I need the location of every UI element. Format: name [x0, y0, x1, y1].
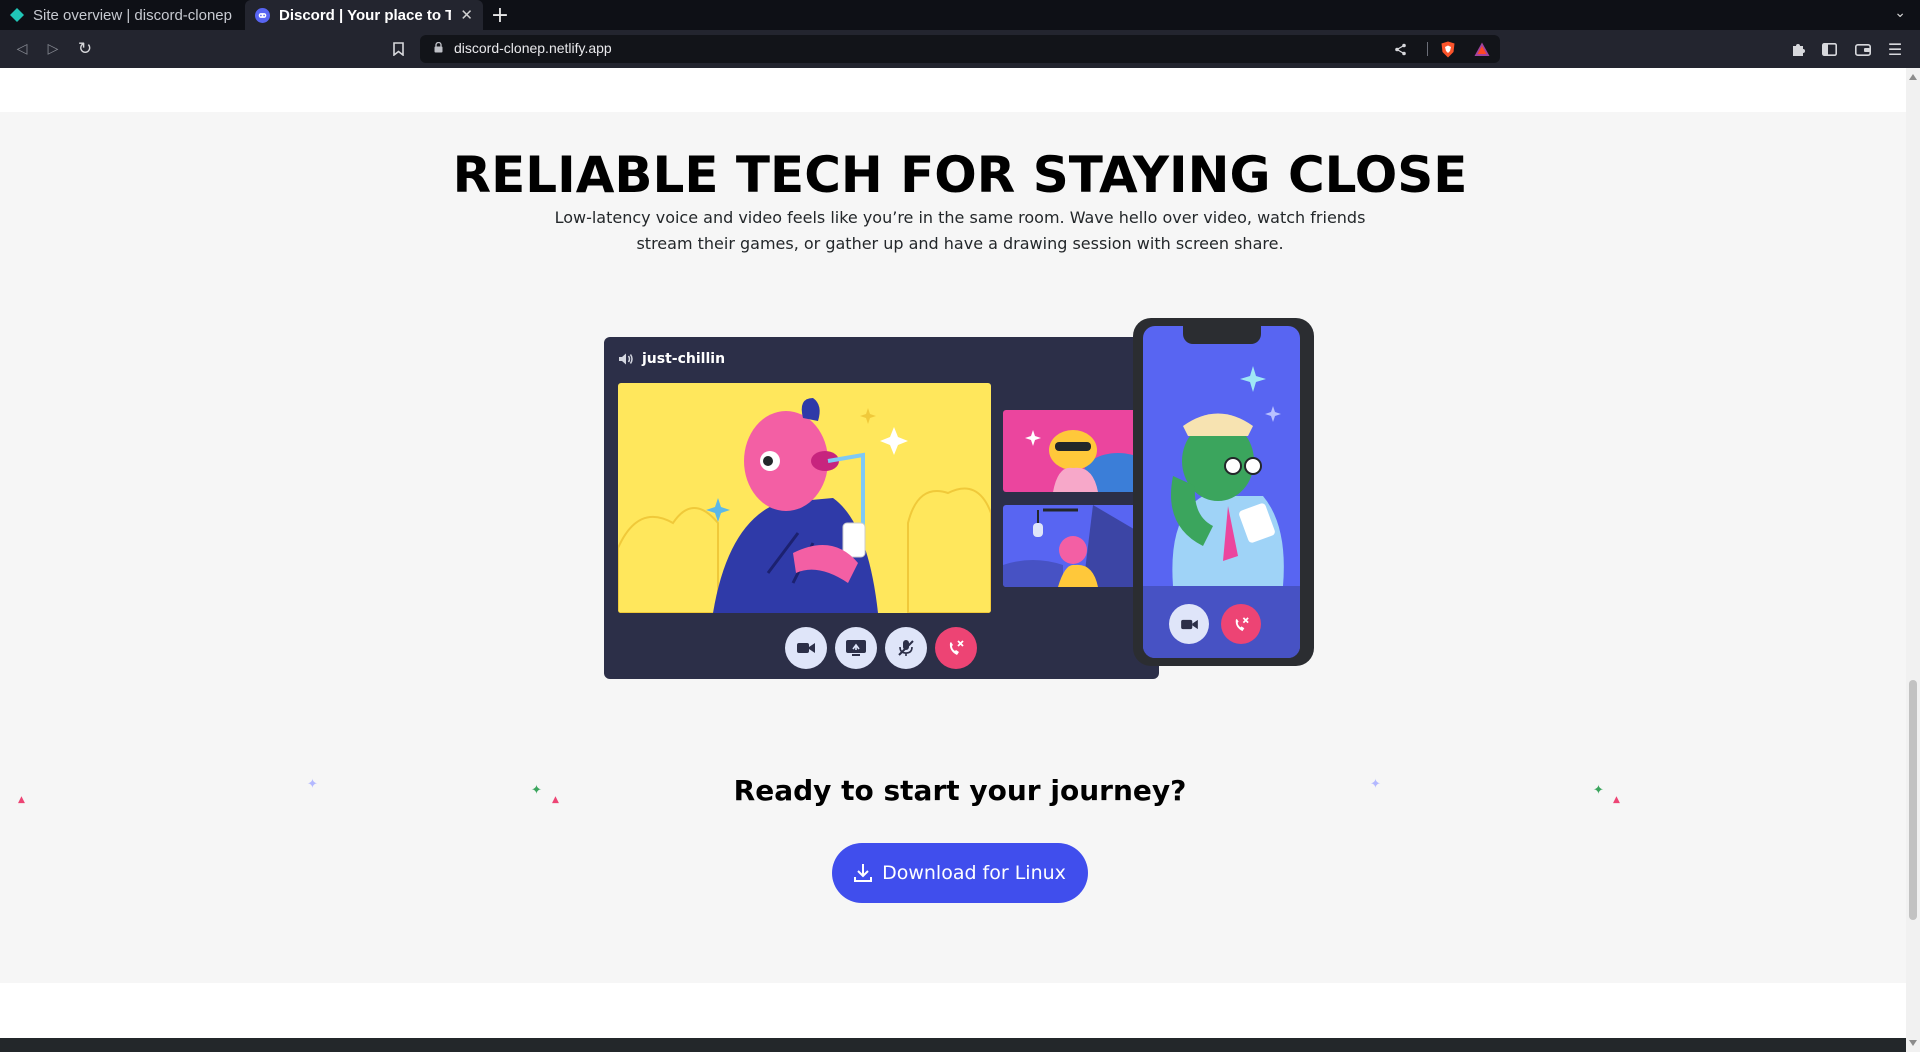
screen-share-button[interactable]	[835, 627, 877, 669]
section-heading: RELIABLE TECH FOR STAYING CLOSE	[452, 146, 1468, 204]
download-icon	[854, 864, 873, 882]
channel-header: just-chillin	[618, 351, 725, 367]
camera-icon	[797, 643, 815, 653]
sidebar-icon[interactable]	[1819, 39, 1839, 59]
channel-name: just-chillin	[642, 351, 726, 367]
url-text: discord-clonep.netlify.app	[454, 40, 612, 56]
browser-tab-bar: Site overview | discord-clonep Discord |…	[0, 0, 1920, 30]
netlify-icon	[10, 8, 24, 22]
tab-site-overview[interactable]: Site overview | discord-clonep	[0, 0, 245, 30]
section-divider-bottom	[0, 983, 1906, 1038]
character-with-hat-illustration	[1171, 366, 1284, 586]
cta-heading: Ready to start your journey?	[733, 774, 1187, 807]
scroll-up-arrow-icon[interactable]	[1909, 74, 1917, 80]
download-button[interactable]: Download for Linux	[832, 843, 1088, 903]
mute-button[interactable]	[885, 627, 927, 669]
tab-title: Site overview | discord-clonep	[33, 6, 232, 24]
lock-icon	[434, 42, 443, 53]
character-sunglasses-illustration	[1025, 430, 1144, 492]
reload-icon[interactable]: ↻	[75, 39, 95, 59]
page-content: RELIABLE TECH FOR STAYING CLOSE Low-late…	[0, 68, 1906, 1052]
scroll-down-arrow-icon[interactable]	[1909, 1040, 1917, 1046]
camera-icon	[1180, 619, 1198, 629]
hang-up-button[interactable]	[935, 627, 977, 669]
new-tab-button[interactable]: +	[483, 0, 517, 30]
phone-call-illustration	[1133, 318, 1314, 666]
tab-title: Discord | Your place to Talk	[279, 6, 452, 24]
back-icon[interactable]: ◁	[12, 39, 32, 59]
bookmark-icon[interactable]	[388, 39, 408, 59]
main-video-tile	[618, 383, 991, 613]
camera-button[interactable]	[785, 627, 827, 669]
scrollbar-thumb[interactable]	[1909, 680, 1917, 920]
share-icon[interactable]	[1390, 39, 1410, 59]
character-with-microphone-illustration	[1003, 505, 1144, 587]
forward-icon[interactable]: ▷	[43, 39, 63, 59]
address-bar[interactable]: discord-clonep.netlify.app	[420, 35, 1500, 63]
close-tab-icon[interactable]: ✕	[460, 6, 473, 24]
extensions-icon[interactable]	[1788, 39, 1808, 59]
page-scrollbar[interactable]	[1906, 68, 1920, 1052]
brave-shield-icon[interactable]	[1438, 39, 1458, 59]
hang-up-icon	[949, 640, 964, 655]
speaker-icon	[619, 353, 633, 365]
screen-share-icon	[846, 639, 866, 656]
participant-video-tile-2	[1003, 505, 1144, 587]
mute-icon	[898, 640, 914, 656]
download-button-label: Download for Linux	[882, 862, 1066, 884]
video-call-window-illustration: just-chillin	[604, 337, 1159, 679]
tab-discord[interactable]: Discord | Your place to Talk ✕	[245, 0, 483, 30]
character-drinking-illustration	[618, 398, 991, 613]
browser-toolbar: ◁ ▷ ↻ discord-clonep.netlify.app ☰	[0, 30, 1920, 68]
separator	[1427, 42, 1428, 56]
menu-icon[interactable]: ☰	[1885, 39, 1905, 59]
phone-screen	[1143, 326, 1300, 658]
wallet-icon[interactable]	[1853, 39, 1873, 59]
brave-rewards-icon[interactable]	[1472, 39, 1492, 59]
phone-camera-button[interactable]	[1169, 604, 1209, 644]
footer-edge	[0, 1038, 1906, 1052]
tab-list-chevron-icon[interactable]: ⌄	[1894, 5, 1906, 21]
section-divider-top	[0, 68, 1906, 112]
discord-favicon-icon	[255, 7, 270, 23]
hang-up-icon	[1235, 616, 1249, 631]
phone-hang-up-button[interactable]	[1221, 604, 1261, 644]
participant-video-tile-1	[1003, 410, 1144, 492]
section-description: Low-latency voice and video feels like y…	[554, 208, 1366, 253]
